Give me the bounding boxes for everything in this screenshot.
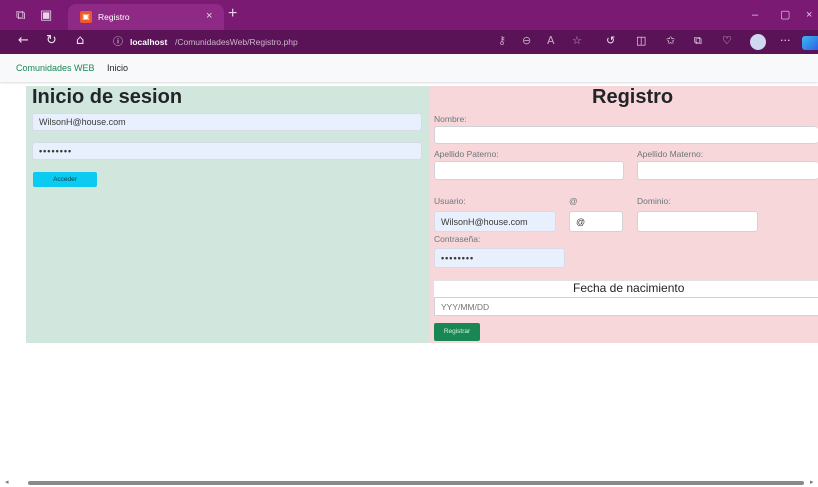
contrasena-label: Contraseña: <box>434 234 481 244</box>
zoom-icon[interactable]: ⊖ <box>522 34 531 48</box>
contrasena-input[interactable]: •••••••• <box>434 248 565 268</box>
browser-essentials-icon[interactable]: ♡ <box>722 34 732 48</box>
new-tab-icon[interactable]: + <box>228 6 237 22</box>
tab-title: Registro <box>98 12 130 22</box>
more-icon[interactable]: ··· <box>780 34 791 48</box>
url-host[interactable]: localhost <box>130 36 167 48</box>
apellido-materno-label: Apellido Materno: <box>637 149 704 159</box>
copilot-icon[interactable] <box>802 36 818 50</box>
apellido-paterno-label: Apellido Paterno: <box>434 149 499 159</box>
home-icon[interactable]: ⌂ <box>76 33 84 49</box>
login-email-input[interactable]: WilsonH@house.com <box>32 113 422 131</box>
key-icon[interactable]: ⚷ <box>498 34 506 48</box>
at-label: @ <box>569 196 578 206</box>
collections-icon[interactable]: ⧉ <box>694 34 702 48</box>
favorites-icon[interactable]: ✩ <box>666 34 675 48</box>
at-input[interactable]: @ <box>569 211 623 232</box>
acceder-button[interactable]: Acceder <box>33 172 97 187</box>
nombre-label: Nombre: <box>434 114 467 124</box>
url-path[interactable]: /ComunidadesWeb/Registro.php <box>175 36 298 48</box>
fecha-title: Fecha de nacimiento <box>573 281 685 295</box>
nav-link-inicio[interactable]: Inicio <box>107 62 128 74</box>
refresh-extension-icon[interactable]: ↺ <box>606 34 615 48</box>
apellido-paterno-input[interactable] <box>434 161 624 180</box>
tab-actions-icon[interactable]: ▣ <box>40 8 52 22</box>
login-password-value: •••••••• <box>39 146 73 156</box>
tab-favicon-icon: ▣ <box>80 11 92 23</box>
workspaces-icon[interactable]: ⧉ <box>16 8 25 22</box>
apellido-materno-input[interactable] <box>637 161 818 180</box>
registrar-button[interactable]: Registrar <box>434 323 480 341</box>
scroll-left-icon[interactable]: ◂ <box>5 478 9 487</box>
login-password-input[interactable]: •••••••• <box>32 142 422 160</box>
minimize-icon[interactable]: – <box>752 9 758 21</box>
refresh-icon[interactable]: ↻ <box>46 33 57 49</box>
dominio-input[interactable] <box>637 211 758 232</box>
maximize-icon[interactable]: ▢ <box>780 9 790 21</box>
usuario-input[interactable]: WilsonH@house.com <box>434 211 556 232</box>
close-window-icon[interactable]: × <box>806 9 812 21</box>
nombre-input[interactable] <box>434 126 818 144</box>
tab-close-icon[interactable]: × <box>206 10 212 22</box>
contrasena-value: •••••••• <box>441 253 475 263</box>
site-info-icon[interactable]: ⓘ <box>113 35 123 51</box>
usuario-label: Usuario: <box>434 196 466 206</box>
navbar-brand[interactable]: Comunidades WEB <box>16 62 95 74</box>
scrollbar-thumb[interactable] <box>28 481 804 485</box>
register-title: Registro <box>592 86 674 108</box>
scroll-right-icon[interactable]: ▸ <box>810 478 814 487</box>
dominio-label: Dominio: <box>637 196 671 206</box>
favorite-icon[interactable]: ☆ <box>572 34 582 48</box>
back-icon[interactable]: ← <box>18 33 29 49</box>
login-title: Inicio de sesion <box>32 86 183 108</box>
split-screen-icon[interactable]: ◫ <box>636 34 646 48</box>
login-email-value: WilsonH@house.com <box>39 117 126 127</box>
usuario-value: WilsonH@house.com <box>441 216 528 227</box>
fecha-input[interactable] <box>434 297 818 316</box>
at-value: @ <box>576 216 586 227</box>
profile-icon[interactable] <box>750 34 766 50</box>
read-aloud-icon[interactable]: A <box>547 34 555 48</box>
